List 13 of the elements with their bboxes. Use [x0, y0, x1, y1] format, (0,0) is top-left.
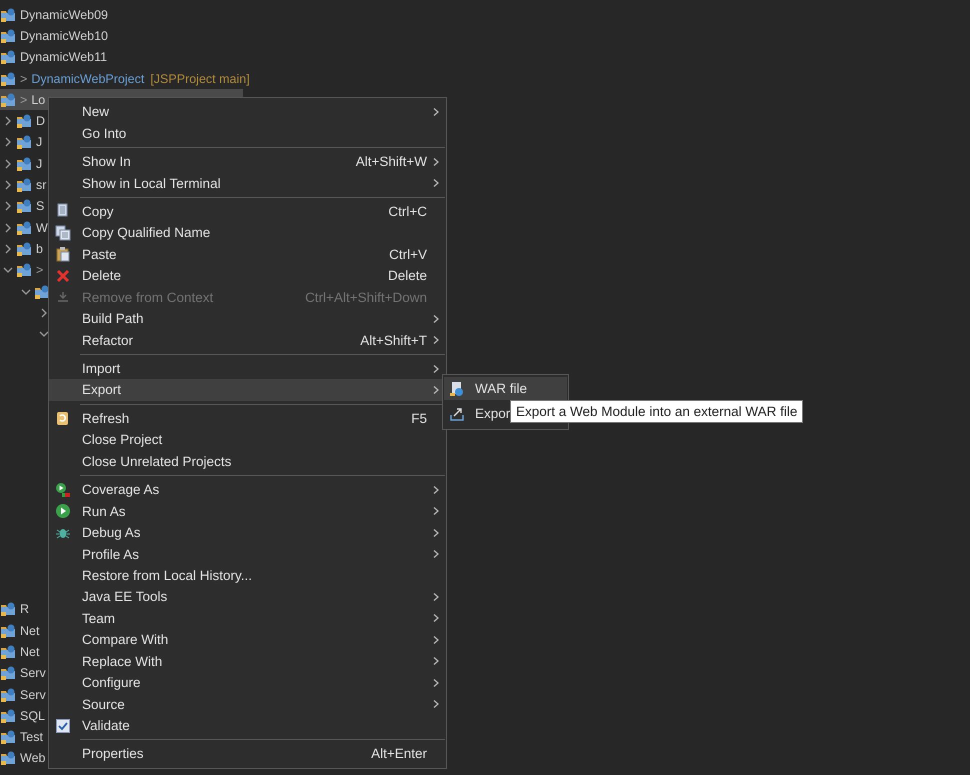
shortcut-text: Ctrl+Alt+Shift+Down — [305, 290, 427, 305]
shortcut-text: Delete — [388, 268, 427, 284]
shortcut-text: Ctrl+V — [389, 246, 427, 262]
change-marker: > — [36, 263, 44, 278]
shortcut-text: Ctrl+C — [388, 204, 427, 219]
tooltip: Export a Web Module into an external WAR file — [510, 400, 804, 423]
shortcut-text: Alt+Shift+W — [356, 154, 427, 170]
shortcut-text: Alt+Enter — [371, 746, 427, 762]
shortcut-text: F5 — [411, 410, 427, 426]
change-marker: > — [20, 92, 28, 107]
branch-label: [JSPProject main] — [150, 72, 250, 86]
shortcut-text: Alt+Shift+T — [360, 332, 427, 348]
change-marker: > — [20, 72, 28, 86]
